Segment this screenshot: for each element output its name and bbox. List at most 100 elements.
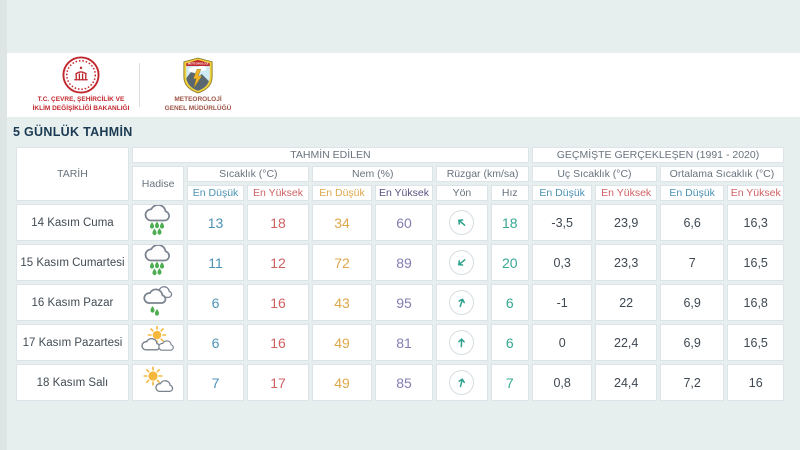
weather-icon [140, 285, 176, 317]
condition-cell [132, 244, 184, 281]
forecast-row: 14 Kasım Cuma 13 18 34 60 18 -3,5 23,9 6… [16, 204, 784, 241]
col-group-historical: GEÇMİŞTE GERÇEKLEŞEN (1991 - 2020) [532, 147, 784, 163]
page-title: 5 GÜNLÜK TAHMİN [13, 125, 800, 139]
extreme-min-cell: 0 [532, 324, 592, 361]
top-spacer [0, 0, 800, 53]
forecast-row: 18 Kasım Salı 7 17 49 85 7 0,8 24,4 7,2 … [16, 364, 784, 401]
col-header-wind-speed: Hız [491, 185, 529, 201]
col-header-temp-max: En Yüksek [247, 185, 310, 201]
page-left-gutter [0, 0, 7, 450]
col-group-wind: Rüzgar (km/sa) [436, 166, 529, 182]
extreme-min-cell: 0,8 [532, 364, 592, 401]
ministry-logo-link[interactable]: T.C. ÇEVRE, ŞEHİRCİLİK VE İKLİM DEĞİŞİKL… [25, 56, 137, 114]
site-header: T.C. ÇEVRE, ŞEHİRCİLİK VE İKLİM DEĞİŞİKL… [0, 53, 800, 117]
weather-icon [140, 245, 176, 277]
forecast-row: 17 Kasım Pazartesi 6 16 49 81 6 0 22,4 6 [16, 324, 784, 361]
header-divider [139, 63, 140, 107]
col-group-temperature: Sıcaklık (°C) [187, 166, 309, 182]
ministry-emblem-icon [62, 56, 100, 94]
wind-direction-cell [436, 364, 487, 401]
light-rain-clouds-icon [140, 285, 176, 317]
col-header-avg-min: En Düşük [660, 185, 725, 201]
col-header-condition: Hadise [132, 166, 184, 201]
date-cell: 17 Kasım Pazartesi [16, 324, 129, 361]
humidity-min-cell: 72 [312, 244, 371, 281]
wind-speed-cell: 6 [491, 284, 529, 321]
average-min-cell: 6,6 [660, 204, 725, 241]
extreme-min-cell: -3,5 [532, 204, 592, 241]
temp-max-cell: 12 [247, 244, 310, 281]
humidity-min-cell: 34 [312, 204, 371, 241]
average-max-cell: 16 [727, 364, 784, 401]
extreme-max-cell: 24,4 [595, 364, 657, 401]
col-header-ext-max: En Yüksek [595, 185, 657, 201]
wind-direction-cell [436, 324, 487, 361]
wind-direction-icon [449, 290, 474, 315]
date-cell: 16 Kasım Pazar [16, 284, 129, 321]
ministry-name: T.C. ÇEVRE, ŞEHİRCİLİK VE İKLİM DEĞİŞİKL… [33, 96, 130, 114]
condition-cell [132, 364, 184, 401]
col-header-date: TARİH [16, 147, 129, 201]
mgm-shield-banner-text: METEOROLOJİ [188, 62, 209, 66]
humidity-max-cell: 81 [375, 324, 433, 361]
col-group-extreme-temp: Uç Sıcaklık (°C) [532, 166, 657, 182]
extreme-max-cell: 23,9 [595, 204, 657, 241]
mgm-shield-icon: METEOROLOJİ [182, 56, 214, 94]
average-max-cell: 16,5 [727, 324, 784, 361]
mgm-name: METEOROLOJİ GENEL MÜDÜRLÜĞÜ [165, 96, 232, 114]
humidity-min-cell: 43 [312, 284, 371, 321]
col-header-hum-min: En Düşük [312, 185, 371, 201]
date-cell: 18 Kasım Salı [16, 364, 129, 401]
humidity-min-cell: 49 [312, 364, 371, 401]
col-header-wind-dir: Yön [436, 185, 487, 201]
col-group-humidity: Nem (%) [312, 166, 433, 182]
humidity-max-cell: 89 [375, 244, 433, 281]
extreme-max-cell: 22,4 [595, 324, 657, 361]
temp-min-cell: 7 [187, 364, 243, 401]
humidity-min-cell: 49 [312, 324, 371, 361]
weather-icon [140, 205, 176, 237]
humidity-max-cell: 85 [375, 364, 433, 401]
extreme-min-cell: -1 [532, 284, 592, 321]
rain-cloud-icon [140, 245, 176, 277]
sun-cloud-icon [140, 365, 176, 397]
temp-max-cell: 17 [247, 364, 310, 401]
date-cell: 14 Kasım Cuma [16, 204, 129, 241]
forecast-row: 15 Kasım Cumartesi 11 12 72 89 20 0,3 23… [16, 244, 784, 281]
wind-speed-cell: 7 [491, 364, 529, 401]
temp-min-cell: 11 [187, 244, 243, 281]
wind-direction-icon [449, 370, 474, 395]
temp-max-cell: 16 [247, 324, 310, 361]
extreme-max-cell: 23,3 [595, 244, 657, 281]
weather-icon [140, 365, 176, 397]
col-group-forecast: TAHMİN EDİLEN [132, 147, 529, 163]
humidity-max-cell: 95 [375, 284, 433, 321]
temp-min-cell: 6 [187, 284, 243, 321]
wind-direction-icon [449, 330, 474, 355]
condition-cell [132, 204, 184, 241]
date-cell: 15 Kasım Cumartesi [16, 244, 129, 281]
weather-icon [140, 325, 176, 357]
condition-cell [132, 324, 184, 361]
wind-direction-cell [436, 204, 487, 241]
temp-min-cell: 13 [187, 204, 243, 241]
col-header-ext-min: En Düşük [532, 185, 592, 201]
wind-direction-cell [436, 284, 487, 321]
col-header-temp-min: En Düşük [187, 185, 243, 201]
col-header-hum-max: En Yüksek [375, 185, 433, 201]
col-group-average-temp: Ortalama Sıcaklık (°C) [660, 166, 784, 182]
average-max-cell: 16,3 [727, 204, 784, 241]
wind-direction-icon [449, 250, 474, 275]
average-min-cell: 7,2 [660, 364, 725, 401]
average-min-cell: 6,9 [660, 284, 725, 321]
average-max-cell: 16,5 [727, 244, 784, 281]
temp-max-cell: 18 [247, 204, 310, 241]
rain-cloud-icon [140, 205, 176, 237]
extreme-max-cell: 22 [595, 284, 657, 321]
condition-cell [132, 284, 184, 321]
forecast-row: 16 Kasım Pazar 6 16 43 95 6 -1 22 6,9 16… [16, 284, 784, 321]
mgm-logo-link[interactable]: METEOROLOJİ METEOROLOJİ GENEL MÜDÜRLÜĞÜ [142, 56, 254, 114]
humidity-max-cell: 60 [375, 204, 433, 241]
temp-min-cell: 6 [187, 324, 243, 361]
wind-speed-cell: 18 [491, 204, 529, 241]
